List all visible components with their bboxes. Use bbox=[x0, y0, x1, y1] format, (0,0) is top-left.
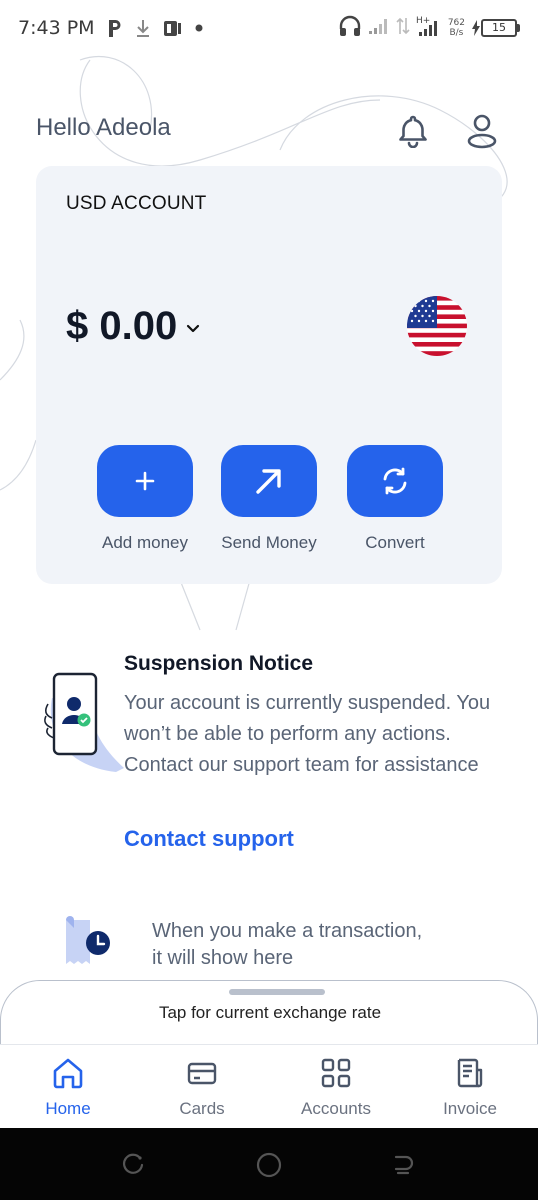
dot-icon bbox=[195, 24, 203, 32]
account-card: USD ACCOUNT $ 0.00 Add money Send Money … bbox=[36, 166, 502, 584]
home-icon bbox=[53, 1058, 83, 1089]
chevron-down-icon bbox=[187, 324, 200, 332]
status-time: 7:43 PM bbox=[18, 17, 95, 39]
circle-home-icon bbox=[256, 1152, 282, 1178]
home-system-button[interactable] bbox=[254, 1150, 284, 1180]
network-speed-value: 762 bbox=[447, 18, 465, 28]
send-money-label: Send Money bbox=[221, 533, 317, 552]
add-money-label: Add money bbox=[102, 533, 188, 552]
plus-icon bbox=[135, 471, 155, 491]
empty-transactions-line2: it will show here bbox=[152, 947, 294, 969]
nav-cards[interactable]: Cards bbox=[142, 1055, 262, 1119]
account-actions: Add money Send Money Convert bbox=[80, 445, 460, 565]
back-icon bbox=[394, 1155, 414, 1175]
convert-label: Convert bbox=[365, 533, 425, 552]
battery-level: 15 bbox=[481, 19, 517, 37]
notifications-button[interactable] bbox=[392, 110, 434, 152]
balance-selector[interactable]: $ 0.00 bbox=[66, 304, 201, 349]
card-icon bbox=[187, 1062, 217, 1085]
sheet-drag-handle[interactable] bbox=[229, 989, 325, 995]
exchange-rate-sheet[interactable]: Tap for current exchange rate bbox=[0, 980, 538, 1050]
invoice-icon bbox=[457, 1058, 483, 1088]
data-transfer-icon bbox=[396, 16, 410, 40]
system-navigation-bar bbox=[0, 1128, 538, 1200]
add-money-button[interactable] bbox=[97, 445, 193, 517]
network-speed-unit: B/s bbox=[449, 28, 464, 38]
send-money-button[interactable] bbox=[221, 445, 317, 517]
profile-button[interactable] bbox=[461, 110, 503, 152]
bottom-navigation: Home Cards Accounts Invoice bbox=[0, 1044, 538, 1128]
send-money-action: Send Money bbox=[204, 445, 334, 553]
headphones-icon bbox=[338, 15, 362, 41]
profile-icon bbox=[467, 114, 497, 149]
battery-indicator: 15 bbox=[471, 19, 520, 37]
accounts-grid-icon bbox=[321, 1058, 351, 1088]
empty-transactions-text: When you make a transaction, it will sho… bbox=[152, 918, 512, 972]
us-flag-icon bbox=[407, 296, 467, 356]
charging-bolt-icon bbox=[472, 20, 480, 36]
add-money-action: Add money bbox=[80, 445, 210, 553]
exchange-rate-label: Tap for current exchange rate bbox=[158, 1003, 382, 1022]
convert-button[interactable] bbox=[347, 445, 443, 517]
bell-icon bbox=[399, 115, 427, 148]
recent-apps-icon bbox=[122, 1153, 144, 1174]
receipt-clock-icon bbox=[66, 916, 110, 964]
account-title: USD ACCOUNT bbox=[66, 193, 207, 214]
nav-cards-label: Cards bbox=[179, 1099, 225, 1118]
nav-accounts-label: Accounts bbox=[301, 1099, 371, 1118]
parking-icon bbox=[107, 18, 123, 38]
nav-invoice-label: Invoice bbox=[443, 1099, 497, 1118]
nav-home[interactable]: Home bbox=[8, 1055, 128, 1119]
empty-transactions-line1: When you make a transaction, bbox=[152, 920, 423, 942]
nav-invoice[interactable]: Invoice bbox=[410, 1055, 530, 1119]
app-notification-icon bbox=[163, 18, 183, 38]
arrow-up-right-icon bbox=[256, 469, 281, 494]
convert-icon bbox=[383, 467, 407, 495]
nav-home-label: Home bbox=[45, 1099, 91, 1118]
nav-accounts[interactable]: Accounts bbox=[276, 1055, 396, 1119]
svg-text:H+: H+ bbox=[416, 16, 430, 26]
back-button[interactable] bbox=[388, 1150, 418, 1180]
status-bar: 7:43 PM H+ 762 B/s 15 bbox=[0, 0, 538, 56]
recent-apps-button[interactable] bbox=[118, 1150, 148, 1180]
notice-body: Your account is currently suspended. You… bbox=[124, 692, 491, 776]
notice-title: Suspension Notice bbox=[124, 652, 314, 675]
network-speed: 762 B/s bbox=[448, 18, 465, 38]
download-icon bbox=[135, 18, 151, 38]
convert-action: Convert bbox=[330, 445, 460, 553]
suspended-phone-illustration bbox=[44, 672, 124, 772]
signal-icon bbox=[368, 17, 390, 39]
balance-amount: $ 0.00 bbox=[66, 304, 178, 348]
contact-support-link[interactable]: Contact support bbox=[124, 826, 294, 852]
signal-h-plus-icon: H+ bbox=[416, 15, 442, 41]
greeting-text: Hello Adeola bbox=[36, 114, 171, 141]
